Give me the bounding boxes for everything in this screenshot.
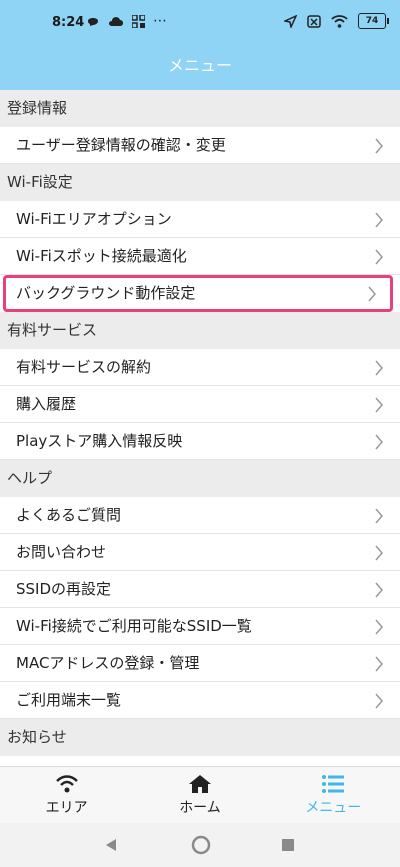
tab-area[interactable]: エリア <box>0 767 133 824</box>
chevron-right-icon <box>375 619 383 635</box>
home-icon <box>188 775 211 793</box>
menu-list: 登録情報 ユーザー登録情報の確認・変更 Wi-Fi設定 Wi-Fiエリアオプショ… <box>0 90 400 766</box>
menu-item-news-partial[interactable] <box>0 756 400 766</box>
chevron-right-icon <box>375 138 383 154</box>
app-bar: メニュー <box>0 42 400 90</box>
chevron-right-icon <box>375 545 383 561</box>
page-title: メニュー <box>167 56 232 75</box>
bottom-tab-bar: エリア ホーム メニュー <box>0 766 400 824</box>
location-icon <box>284 14 297 28</box>
tab-menu-label: メニュー <box>305 800 362 816</box>
section-header-news: お知らせ <box>0 719 400 756</box>
menu-item-playstore-purchase[interactable]: Playストア購入情報反映 <box>0 423 400 460</box>
tab-menu[interactable]: メニュー <box>267 767 400 824</box>
menu-item-contact[interactable]: お問い合わせ <box>0 534 400 571</box>
menu-item-mac-address[interactable]: MACアドレスの登録・管理 <box>0 645 400 682</box>
chevron-right-icon <box>375 397 383 413</box>
status-bar: 8:24 ⋯ 74 <box>0 0 400 42</box>
wifi-status-icon <box>331 14 348 28</box>
section-header-paid-service: 有料サービス <box>0 312 400 349</box>
tab-area-label: エリア <box>45 800 88 816</box>
chevron-right-icon <box>375 508 383 524</box>
chevron-right-icon <box>375 693 383 709</box>
menu-item-purchase-history[interactable]: 購入履歴 <box>0 386 400 423</box>
no-sim-icon <box>307 14 321 28</box>
grid-icon <box>132 14 145 28</box>
menu-item-cancel-paid-service[interactable]: 有料サービスの解約 <box>0 349 400 386</box>
chevron-right-icon <box>368 286 376 302</box>
chevron-right-icon <box>375 656 383 672</box>
menu-item-wifi-area-option[interactable]: Wi-Fiエリアオプション <box>0 201 400 238</box>
messenger-icon <box>88 17 98 26</box>
more-icon: ⋯ <box>153 13 167 29</box>
chevron-right-icon <box>375 249 383 265</box>
cloud-icon <box>109 17 123 26</box>
section-header-help: ヘルプ <box>0 460 400 497</box>
chevron-right-icon <box>375 212 383 228</box>
menu-item-faq[interactable]: よくあるご質問 <box>0 497 400 534</box>
tab-home[interactable]: ホーム <box>133 767 266 824</box>
chevron-right-icon <box>375 360 383 376</box>
back-icon[interactable] <box>105 838 117 852</box>
section-header-wifi: Wi-Fi設定 <box>0 164 400 201</box>
chevron-right-icon <box>375 582 383 598</box>
menu-item-background-setting[interactable]: バックグラウンド動作設定 <box>3 275 393 312</box>
menu-item-user-info[interactable]: ユーザー登録情報の確認・変更 <box>0 127 400 164</box>
battery-indicator: 74 <box>358 13 389 29</box>
menu-item-wifi-spot-optimize[interactable]: Wi-Fiスポット接続最適化 <box>0 238 400 275</box>
list-menu-icon <box>322 775 345 793</box>
status-time: 8:24 <box>52 15 85 30</box>
menu-item-ssid-list[interactable]: Wi-Fi接続でご利用可能なSSID一覧 <box>0 608 400 645</box>
home-nav-icon[interactable] <box>191 835 211 855</box>
section-header-registration: 登録情報 <box>0 90 400 127</box>
tab-home-label: ホーム <box>179 800 221 816</box>
recent-apps-icon[interactable] <box>282 839 294 851</box>
chevron-right-icon <box>375 434 383 450</box>
menu-item-device-list[interactable]: ご利用端末一覧 <box>0 682 400 719</box>
wifi-icon <box>55 775 78 793</box>
menu-item-ssid-reset[interactable]: SSIDの再設定 <box>0 571 400 608</box>
system-nav-bar <box>0 823 400 867</box>
